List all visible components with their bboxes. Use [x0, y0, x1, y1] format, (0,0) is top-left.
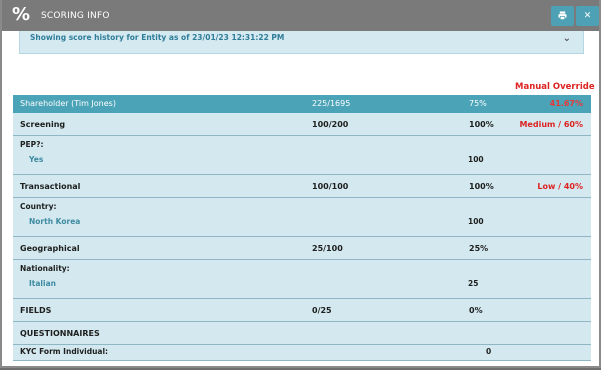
category-percent: 100%	[469, 120, 494, 129]
category-percent: 0%	[469, 306, 483, 315]
answer-points: 25	[468, 279, 479, 288]
summary-row: Shareholder (Tim Jones) 225/1695 75% 41.…	[13, 95, 591, 113]
print-button[interactable]	[551, 6, 574, 26]
total-percent: 75%	[469, 99, 487, 108]
category-score: 0/25	[312, 306, 332, 315]
question-label: Nationality:	[20, 264, 70, 273]
question-row-nationality: Nationality:	[13, 260, 591, 277]
category-percent: 100%	[469, 182, 494, 191]
answer-value: Yes	[29, 155, 44, 164]
manual-override-label[interactable]: Manual Override	[515, 82, 595, 92]
percent-logo-icon: %	[12, 4, 31, 25]
score-history-text: Showing score history for Entity as of 2…	[30, 33, 285, 42]
answer-points: 100	[468, 155, 484, 164]
category-name: QUESTIONNAIRES	[20, 329, 100, 338]
dialog-header: % SCORING INFO ✕	[2, 0, 599, 31]
category-risk: Medium / 60%	[519, 120, 583, 129]
entity-name: Shareholder (Tim Jones)	[20, 99, 116, 108]
question-row-pep: PEP?:	[13, 136, 591, 153]
category-row-geographical: Geographical 25/100 25%	[13, 237, 591, 260]
scoring-table: Shareholder (Tim Jones) 225/1695 75% 41.…	[13, 95, 591, 361]
answer-value: North Korea	[29, 217, 81, 226]
category-name: Screening	[20, 120, 66, 129]
answer-row-pep: Yes 100	[13, 153, 591, 175]
answer-points: 100	[468, 217, 484, 226]
answer-points: 0	[486, 347, 492, 356]
question-label: KYC Form Individual:	[20, 347, 109, 356]
chevron-down-icon[interactable]: ⌄	[563, 33, 571, 44]
question-row-country: Country:	[13, 198, 591, 215]
category-score: 100/100	[312, 182, 349, 191]
override-value: 41.67%	[549, 99, 583, 108]
question-row-kyc: KYC Form Individual: 0	[13, 345, 591, 361]
dialog-title: SCORING INFO	[41, 11, 110, 21]
answer-row-nationality: Italian 25	[13, 277, 591, 299]
total-score: 225/1695	[312, 99, 351, 108]
category-row-screening: Screening 100/200 100% Medium / 60%	[13, 113, 591, 136]
category-score: 100/200	[312, 120, 349, 129]
category-name: Geographical	[20, 244, 80, 253]
question-label: PEP?:	[20, 140, 44, 149]
category-name: FIELDS	[20, 306, 52, 315]
score-history-banner[interactable]: Showing score history for Entity as of 2…	[19, 31, 584, 54]
scoring-info-dialog: % SCORING INFO ✕ Showing score history f…	[0, 0, 601, 368]
category-name: Transactional	[20, 182, 81, 191]
category-row-transactional: Transactional 100/100 100% Low / 40%	[13, 175, 591, 198]
category-row-fields: FIELDS 0/25 0%	[13, 299, 591, 322]
category-row-questionnaires: QUESTIONNAIRES	[13, 322, 591, 345]
category-risk: Low / 40%	[537, 182, 583, 191]
close-button[interactable]: ✕	[576, 6, 599, 26]
close-icon: ✕	[583, 11, 592, 21]
category-score: 25/100	[312, 244, 343, 253]
answer-row-country: North Korea 100	[13, 215, 591, 237]
category-percent: 25%	[469, 244, 489, 253]
answer-value: Italian	[29, 279, 56, 288]
question-label: Country:	[20, 202, 57, 211]
printer-icon	[558, 11, 567, 20]
